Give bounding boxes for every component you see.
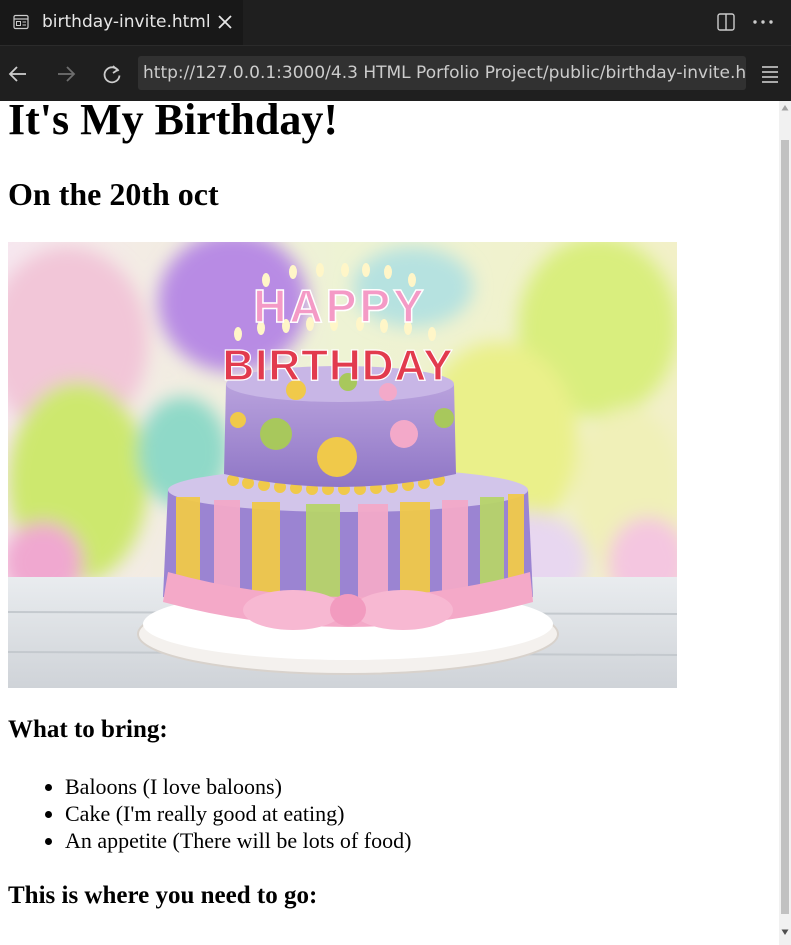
list-item: Baloons (I love baloons) [65, 773, 765, 800]
candle-lettering-top: HAPPY [253, 280, 426, 332]
url-bar[interactable]: http://127.0.0.1:3000/4.3 HTML Porfolio … [138, 56, 746, 90]
bring-heading: What to bring: [8, 716, 168, 743]
scroll-down-icon[interactable] [781, 928, 789, 936]
date-heading: On the 20th oct [8, 176, 219, 212]
bring-list: Baloons (I love baloons) Cake (I'm reall… [8, 773, 765, 854]
tab-birthday-invite[interactable]: birthday-invite.html [0, 0, 243, 46]
directions-heading: This is where you need to go: [8, 882, 318, 909]
scroll-up-icon[interactable] [781, 104, 789, 112]
list-item: Cake (I'm really good at eating) [65, 800, 765, 827]
arrow-right-icon[interactable] [55, 63, 77, 85]
menu-icon[interactable] [760, 65, 780, 83]
list-item: An appetite (There will be lots of food) [65, 827, 765, 854]
split-editor-icon[interactable] [716, 12, 736, 32]
candle-lettering-bottom: BIRTHDAY [222, 341, 453, 390]
birthday-cake-image: HAPPY BIRTHDAY [8, 242, 677, 688]
birthday-cake-illustration: HAPPY BIRTHDAY [8, 242, 677, 688]
tab-bar: birthday-invite.html [0, 0, 791, 46]
preview-icon [13, 14, 29, 30]
reload-icon[interactable] [101, 63, 123, 85]
arrow-left-icon[interactable] [7, 63, 29, 85]
close-icon[interactable] [216, 13, 234, 31]
page-viewport: It's My Birthday! On the 20th oct HAPPY … [0, 101, 779, 945]
page-title: It's My Birthday! [8, 101, 338, 144]
scrollbar-thumb[interactable] [781, 140, 789, 914]
url-text[interactable]: http://127.0.0.1:3000/4.3 HTML Porfolio … [143, 62, 746, 84]
tab-title: birthday-invite.html [42, 12, 211, 32]
nav-bar: http://127.0.0.1:3000/4.3 HTML Porfolio … [0, 45, 791, 102]
more-actions-icon[interactable] [752, 12, 774, 32]
